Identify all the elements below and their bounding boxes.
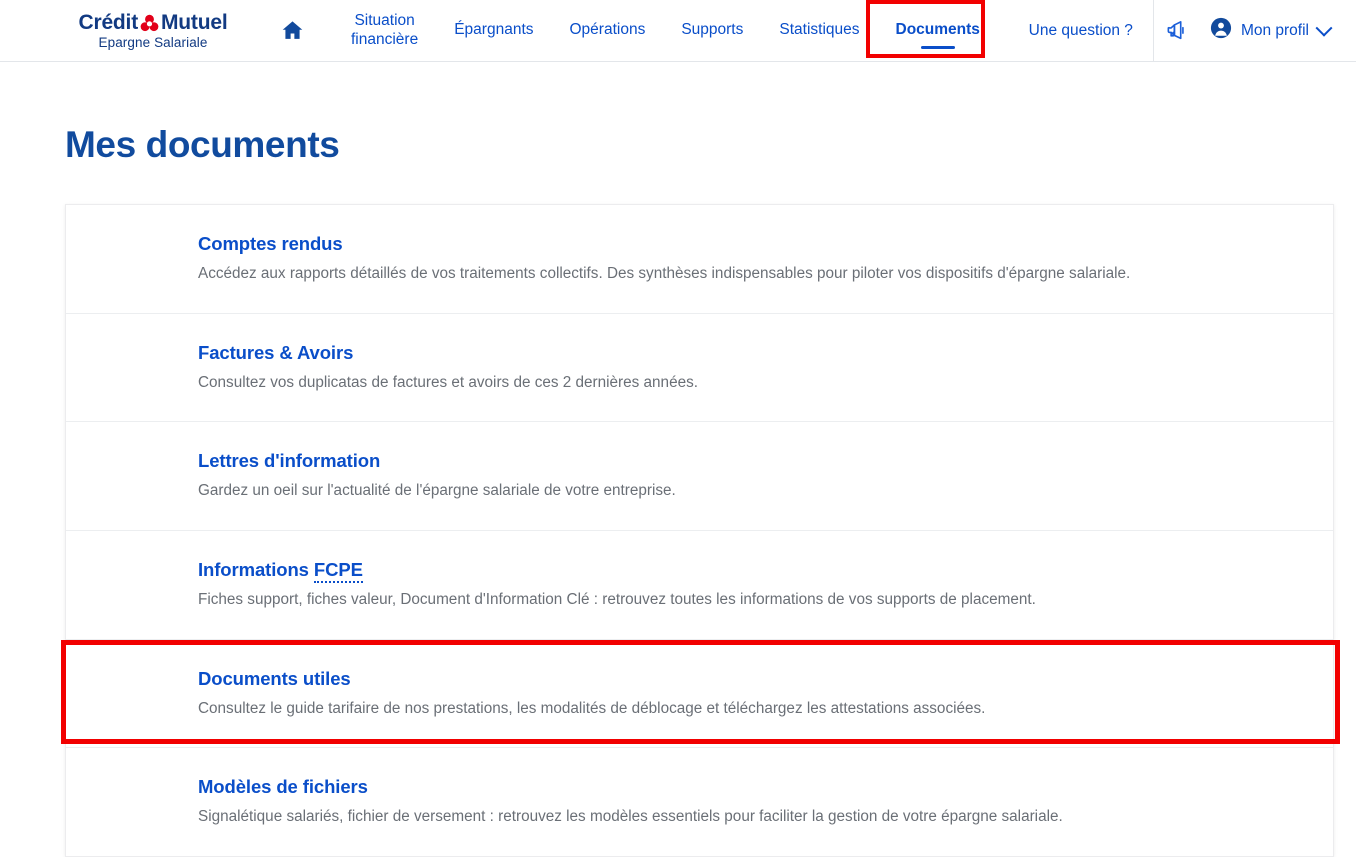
page-content: Mes documents Comptes rendus Accédez aux… <box>0 62 1356 857</box>
document-category-comptes-rendus[interactable]: Comptes rendus Accédez aux rapports déta… <box>66 205 1333 314</box>
document-category-title: Documents utiles <box>198 667 351 689</box>
profile-menu[interactable]: Mon profil <box>1200 17 1356 44</box>
nav-item-documents[interactable]: Documents <box>878 0 998 62</box>
nav-item-epargnants[interactable]: Épargnants <box>436 0 551 62</box>
nav-label-line2: financière <box>351 30 419 48</box>
active-tab-underline <box>920 45 955 49</box>
document-category-title: Comptes rendus <box>198 233 343 254</box>
document-category-modeles-fichiers[interactable]: Modèles de fichiers Signalétique salarié… <box>66 748 1333 856</box>
document-category-description: Consultez le guide tarifaire de nos pres… <box>198 699 986 717</box>
home-icon[interactable] <box>275 14 309 48</box>
nav-item-documents-label: Documents <box>895 21 980 39</box>
nav-item-situation-financiere[interactable]: Situation financière <box>333 0 436 62</box>
document-category-title-prefix: Informations <box>198 558 314 580</box>
credit-mutuel-trefoil-icon <box>140 14 159 33</box>
document-category-title: Informations FCPE <box>198 558 1293 583</box>
document-category-documents-utiles[interactable]: Documents utiles Consultez le guide tari… <box>66 640 1333 749</box>
document-category-title: Lettres d'information <box>198 450 381 472</box>
brand-logo-wordmark: Crédit Mutuel <box>79 12 228 33</box>
megaphone-icon[interactable] <box>1154 19 1200 42</box>
nav-label-line1: Situation <box>354 11 415 29</box>
document-category-lettres-information[interactable]: Lettres d'information Gardez un oeil sur… <box>66 422 1333 531</box>
nav-item-supports[interactable]: Supports <box>663 0 761 62</box>
help-link[interactable]: Une question ? <box>1015 22 1153 40</box>
document-category-description: Consultez vos duplicatas de factures et … <box>198 373 698 391</box>
highlighted-row-wrapper: Documents utiles Consultez le guide tari… <box>61 639 1340 749</box>
brand-tagline: Epargne Salariale <box>98 34 208 50</box>
page-title: Mes documents <box>65 124 340 165</box>
document-category-title: Modèles de fichiers <box>198 776 368 798</box>
user-avatar-icon <box>1210 17 1232 44</box>
document-category-factures-avoirs[interactable]: Factures & Avoirs Consultez vos duplicat… <box>66 314 1333 423</box>
primary-navigation: Situation financière Épargnants Opératio… <box>333 0 998 62</box>
fcpe-abbreviation[interactable]: FCPE <box>313 558 363 583</box>
brand-logo[interactable]: Crédit Mutuel Epargne Salariale <box>73 12 233 50</box>
site-header: Crédit Mutuel Epargne Salariale Situatio… <box>0 0 1356 62</box>
document-category-informations-fcpe[interactable]: Informations FCPE Fiches support, fiches… <box>66 531 1333 640</box>
nav-item-operations[interactable]: Opérations <box>552 0 664 62</box>
document-category-title: Factures & Avoirs <box>198 341 354 363</box>
documents-card: Comptes rendus Accédez aux rapports déta… <box>61 204 1340 857</box>
document-category-description: Fiches support, fiches valeur, Document … <box>198 590 1036 608</box>
brand-name-part2: Mutuel <box>161 10 228 34</box>
document-category-description: Accédez aux rapports détaillés de vos tr… <box>198 265 1131 282</box>
nav-item-statistiques[interactable]: Statistiques <box>761 0 877 62</box>
document-category-description: Gardez un oeil sur l'actualité de l'épar… <box>198 482 676 500</box>
chevron-down-icon <box>1315 19 1333 37</box>
header-utility-area: Une question ? Mon profil <box>1015 0 1356 62</box>
brand-name-part1: Crédit <box>78 10 139 34</box>
document-category-description: Signalétique salariés, fichier de versem… <box>198 808 1063 826</box>
profile-label: Mon profil <box>1240 21 1309 39</box>
